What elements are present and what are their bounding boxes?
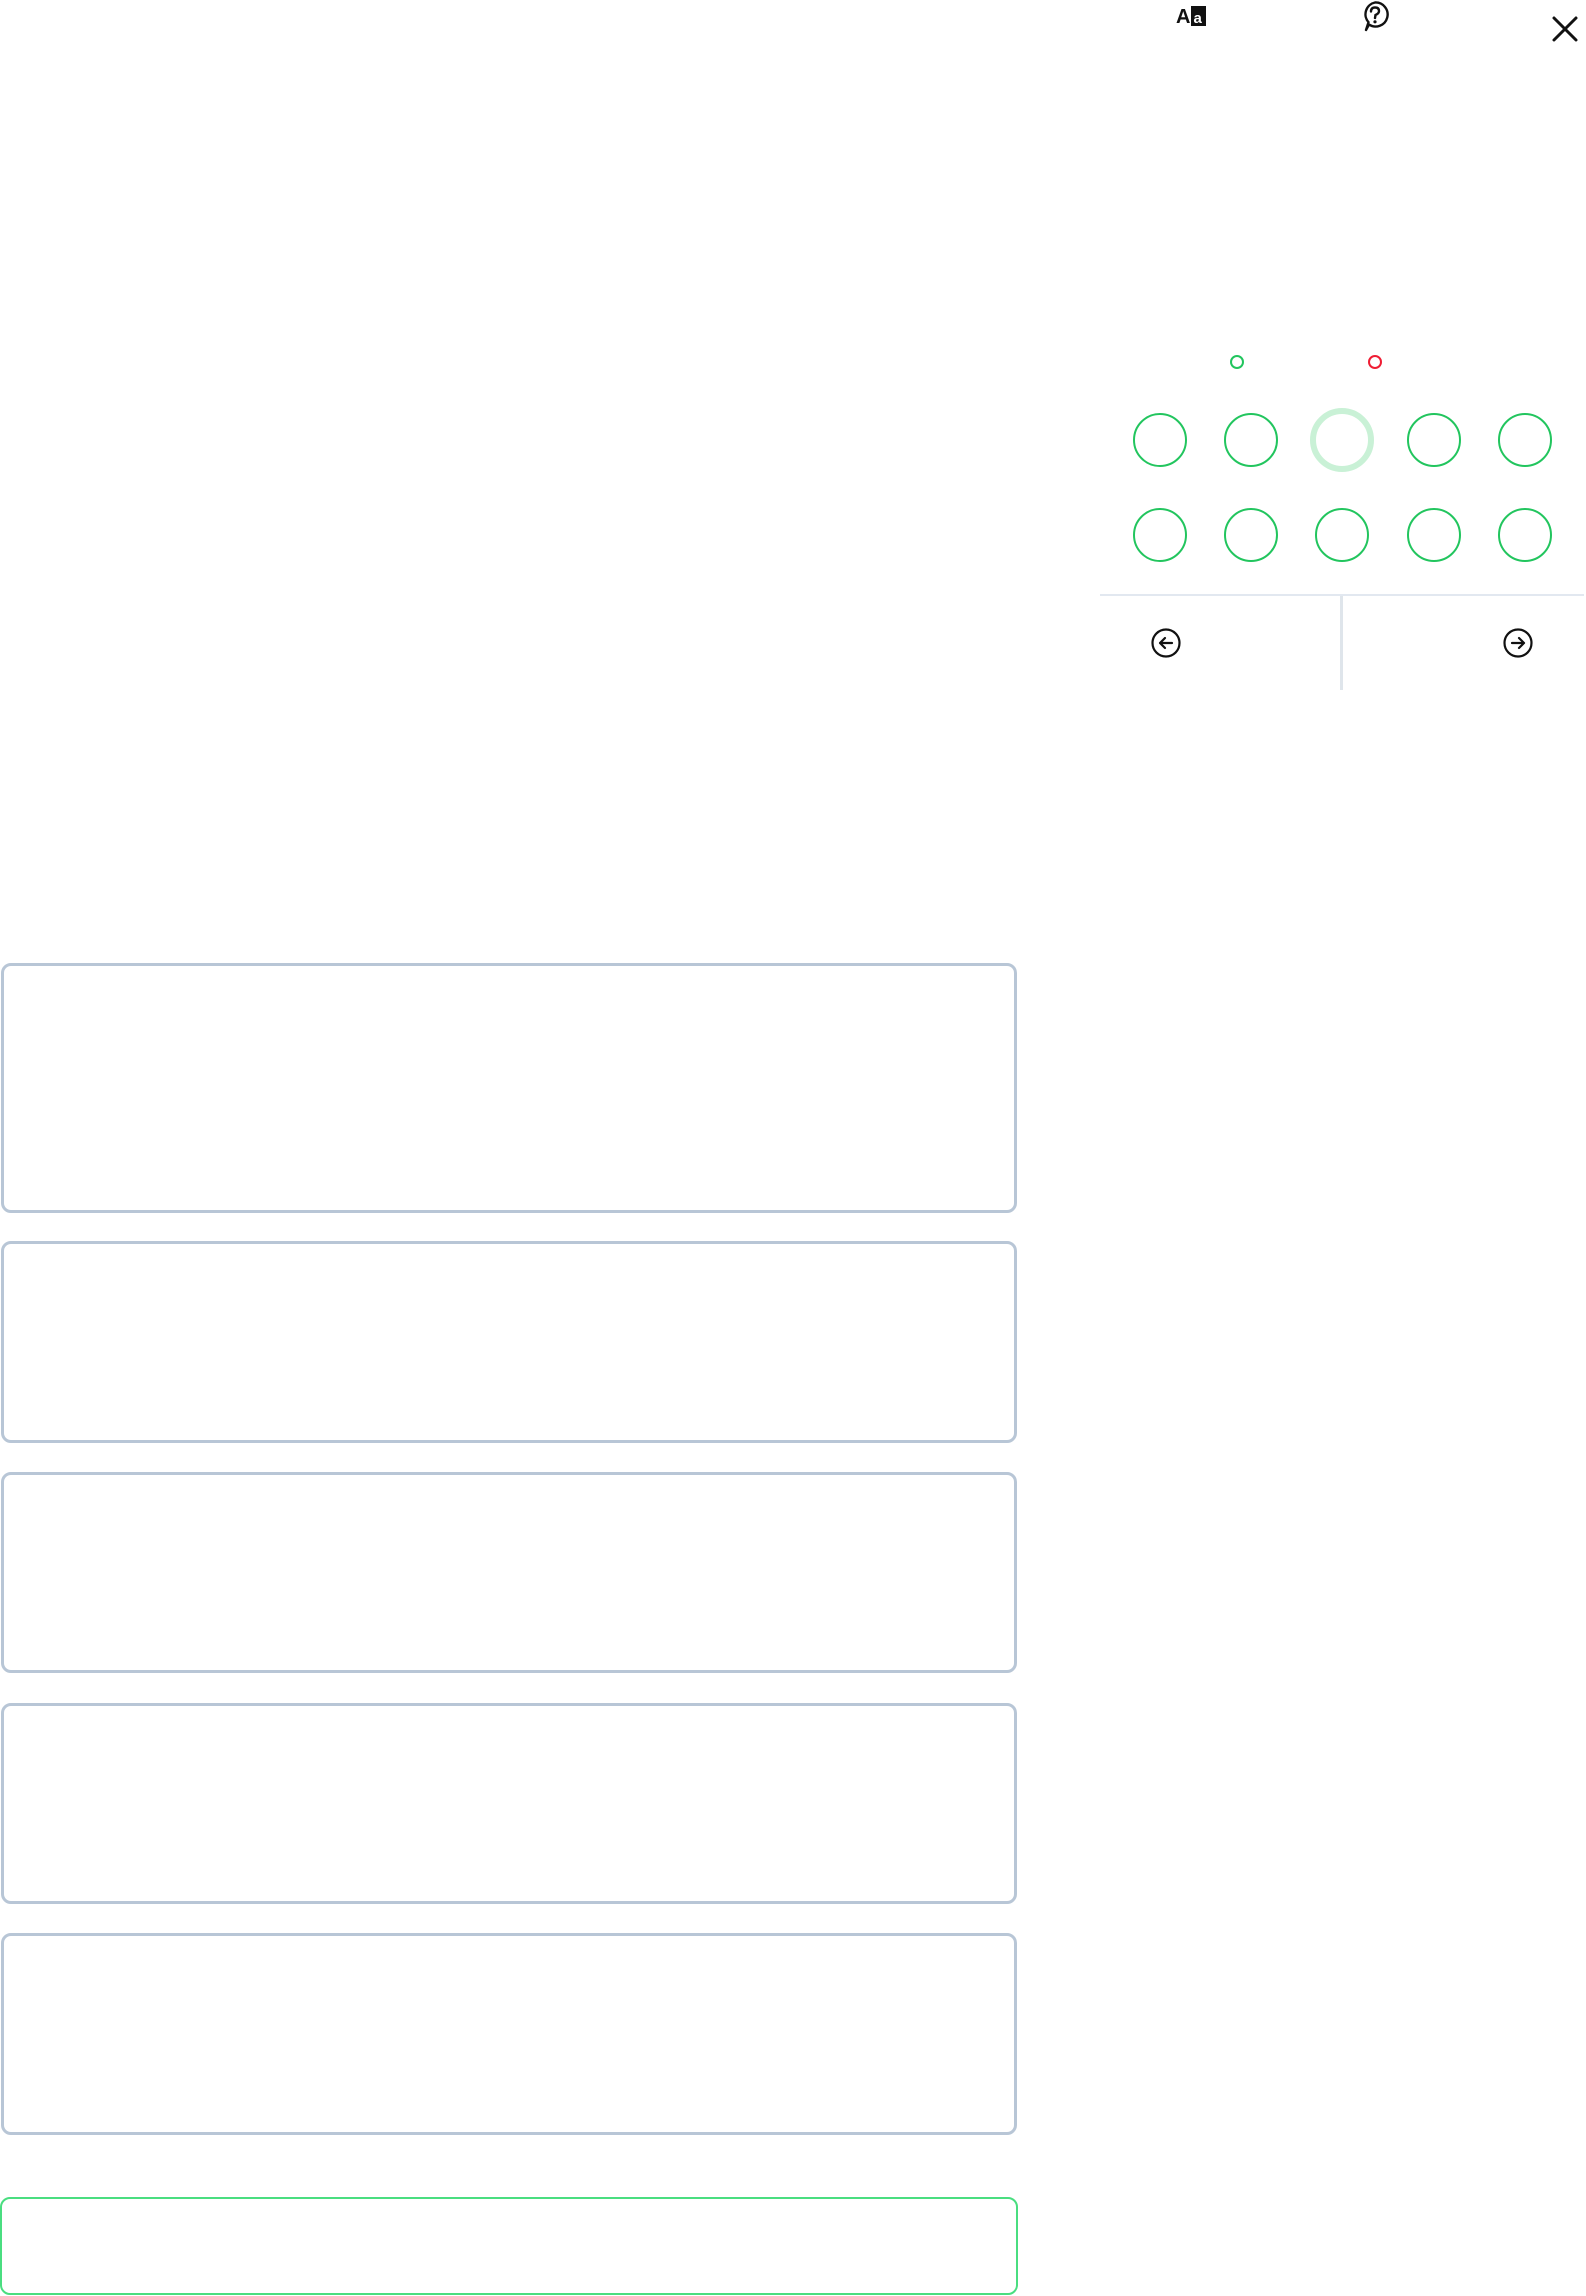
close-icon — [1551, 15, 1579, 43]
unanswered-legend-dot — [1368, 355, 1382, 369]
question-bubble-6[interactable] — [1133, 508, 1187, 562]
question-bubble-8[interactable] — [1315, 508, 1369, 562]
nav-divider — [1340, 596, 1343, 690]
translate-icon: A a — [1176, 2, 1208, 28]
answer-option-4[interactable] — [1, 1703, 1017, 1904]
arrow-right-circle-icon — [1502, 627, 1534, 659]
close-button[interactable] — [1546, 10, 1584, 48]
svg-text:A: A — [1176, 6, 1190, 28]
answer-option-3[interactable] — [1, 1472, 1017, 1673]
question-bubble-10[interactable] — [1498, 508, 1552, 562]
help-icon — [1360, 0, 1390, 32]
question-bubble-2[interactable] — [1224, 413, 1278, 467]
translate-button[interactable]: A a — [1175, 0, 1209, 30]
svg-text:a: a — [1194, 10, 1203, 27]
answer-option-2[interactable] — [1, 1241, 1017, 1443]
question-bubble-7[interactable] — [1224, 508, 1278, 562]
answered-legend-dot — [1230, 355, 1244, 369]
question-bubble-4[interactable] — [1407, 413, 1461, 467]
question-bubble-5[interactable] — [1498, 413, 1552, 467]
next-button[interactable] — [1345, 598, 1582, 688]
help-button[interactable] — [1358, 0, 1392, 32]
submit-button[interactable] — [0, 2197, 1018, 2295]
question-bubble-9[interactable] — [1407, 508, 1461, 562]
question-bubble-1[interactable] — [1133, 413, 1187, 467]
question-bubble-3-current[interactable] — [1310, 408, 1374, 472]
answer-option-1[interactable] — [1, 963, 1017, 1213]
answer-option-5[interactable] — [1, 1933, 1017, 2135]
previous-button[interactable] — [1102, 598, 1338, 688]
arrow-left-circle-icon — [1150, 627, 1182, 659]
